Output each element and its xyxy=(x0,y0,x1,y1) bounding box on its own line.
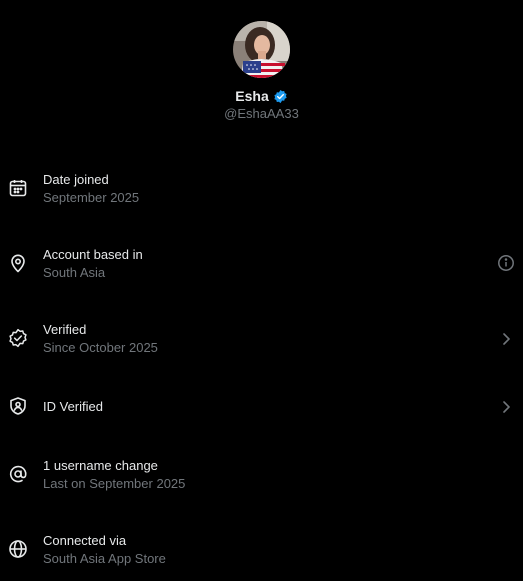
info-row-subtitle: September 2025 xyxy=(43,190,140,205)
info-row-subtitle: South Asia App Store xyxy=(43,551,166,566)
info-row-date-joined: Date joined September 2025 xyxy=(0,164,523,220)
avatar[interactable] xyxy=(233,21,290,78)
info-icon[interactable] xyxy=(497,254,515,272)
info-row-username-change: 1 username change Last on September 2025 xyxy=(0,450,523,506)
info-row-subtitle: Since October 2025 xyxy=(43,340,158,355)
info-row-subtitle: Last on September 2025 xyxy=(43,476,186,491)
info-row-title: Date joined xyxy=(43,172,109,187)
calendar-icon xyxy=(8,178,28,198)
chevron-right-icon[interactable] xyxy=(497,398,515,416)
profile-header: Esha @EshaAA33 xyxy=(0,0,523,130)
info-row-title: Verified xyxy=(43,322,87,337)
id-shield-icon xyxy=(8,396,28,416)
verified-badge-icon[interactable] xyxy=(273,89,288,104)
info-row-verified[interactable]: Verified Since October 2025 xyxy=(0,314,523,370)
verified-seal-icon xyxy=(8,328,28,348)
info-row-connected-via: Connected via South Asia App Store xyxy=(0,525,523,581)
location-pin-icon xyxy=(8,253,28,273)
info-row-id-verified[interactable]: ID Verified xyxy=(0,378,523,434)
info-row-title: Connected via xyxy=(43,533,127,548)
chevron-right-icon[interactable] xyxy=(497,330,515,348)
at-sign-icon xyxy=(8,464,28,484)
profile-name-row: Esha xyxy=(0,86,523,106)
info-row-title: 1 username change xyxy=(43,458,158,473)
info-row-subtitle: South Asia xyxy=(43,265,106,280)
info-row-title: Account based in xyxy=(43,247,143,262)
profile-handle: @EshaAA33 xyxy=(224,106,299,121)
info-row-title: ID Verified xyxy=(43,399,103,414)
profile-name[interactable]: Esha xyxy=(235,88,268,104)
globe-icon xyxy=(8,539,28,559)
info-row-account-based-in: Account based in South Asia xyxy=(0,239,523,295)
